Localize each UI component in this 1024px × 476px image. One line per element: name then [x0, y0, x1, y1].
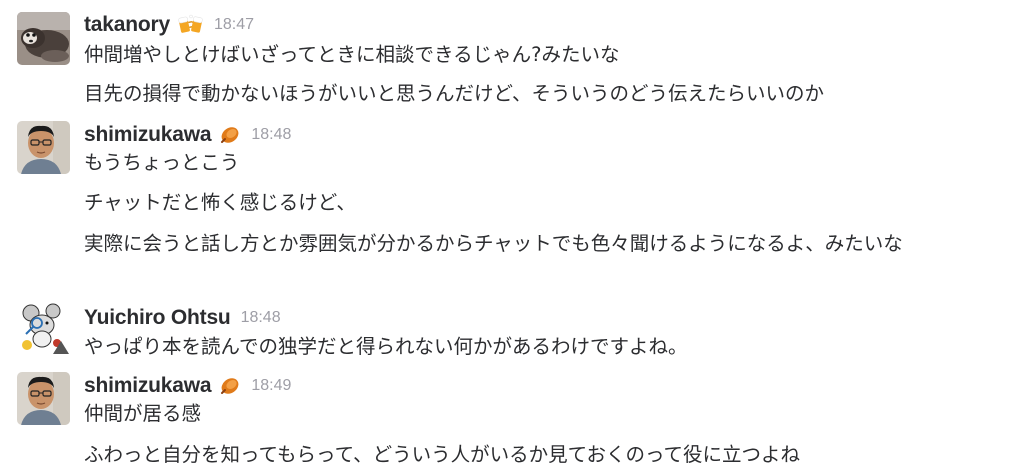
- timestamp[interactable]: 18:48: [251, 126, 291, 144]
- message-text: 仲間増やしとけばいざってときに相談できるじゃん?みたいな: [84, 43, 620, 66]
- message-text: チャットだと怖く感じるけど、: [84, 191, 356, 214]
- message-text: 仲間が居る感: [84, 402, 202, 425]
- sender-name[interactable]: takanory: [84, 13, 170, 37]
- timestamp[interactable]: 18:47: [214, 16, 254, 34]
- person-avatar-icon: [17, 121, 70, 174]
- user-avatar[interactable]: [17, 301, 70, 354]
- message-text: もうちょっとこう: [84, 151, 240, 174]
- timestamp[interactable]: 18:48: [241, 309, 281, 327]
- message-text: やっぱり本を読んでの独学だと得られない何かがあるわけですよね。: [84, 335, 688, 358]
- ferret-avatar-icon: [17, 12, 70, 65]
- cartoon-mouse-avatar-icon: [17, 301, 70, 354]
- message-group: shimizukawa 18:49 仲間が居る感 ふわっと自分を知ってもらって、…: [0, 365, 1024, 476]
- beer-mugs-icon: [178, 14, 204, 36]
- message-text: 実際に会うと話し方とか雰囲気が分かるからチャットでも色々聞けるようになるよ、みた…: [84, 232, 903, 255]
- message-text: 目先の損得で動かないほうがいいと思うんだけど、そういうのどう伝えたらいいのか: [84, 82, 825, 105]
- timestamp[interactable]: 18:49: [251, 377, 291, 395]
- user-avatar[interactable]: [17, 372, 70, 425]
- message-text: ふわっと自分を知ってもらって、どういう人がいるか見ておくのって役に立つよね: [84, 443, 801, 466]
- message-group: takanory 18:47 仲間増やしとけばいざってときに相談できるじゃん?み…: [0, 0, 1024, 115]
- person-avatar-icon: [17, 372, 70, 425]
- message-group: Yuichiro Ohtsu 18:48 やっぱり本を読んでの独学だと得られない…: [0, 290, 1024, 365]
- user-avatar[interactable]: [17, 121, 70, 174]
- user-avatar[interactable]: [17, 12, 70, 65]
- message-group: shimizukawa 18:48 もうちょっとこう チャットだと怖く感じるけど…: [0, 115, 1024, 290]
